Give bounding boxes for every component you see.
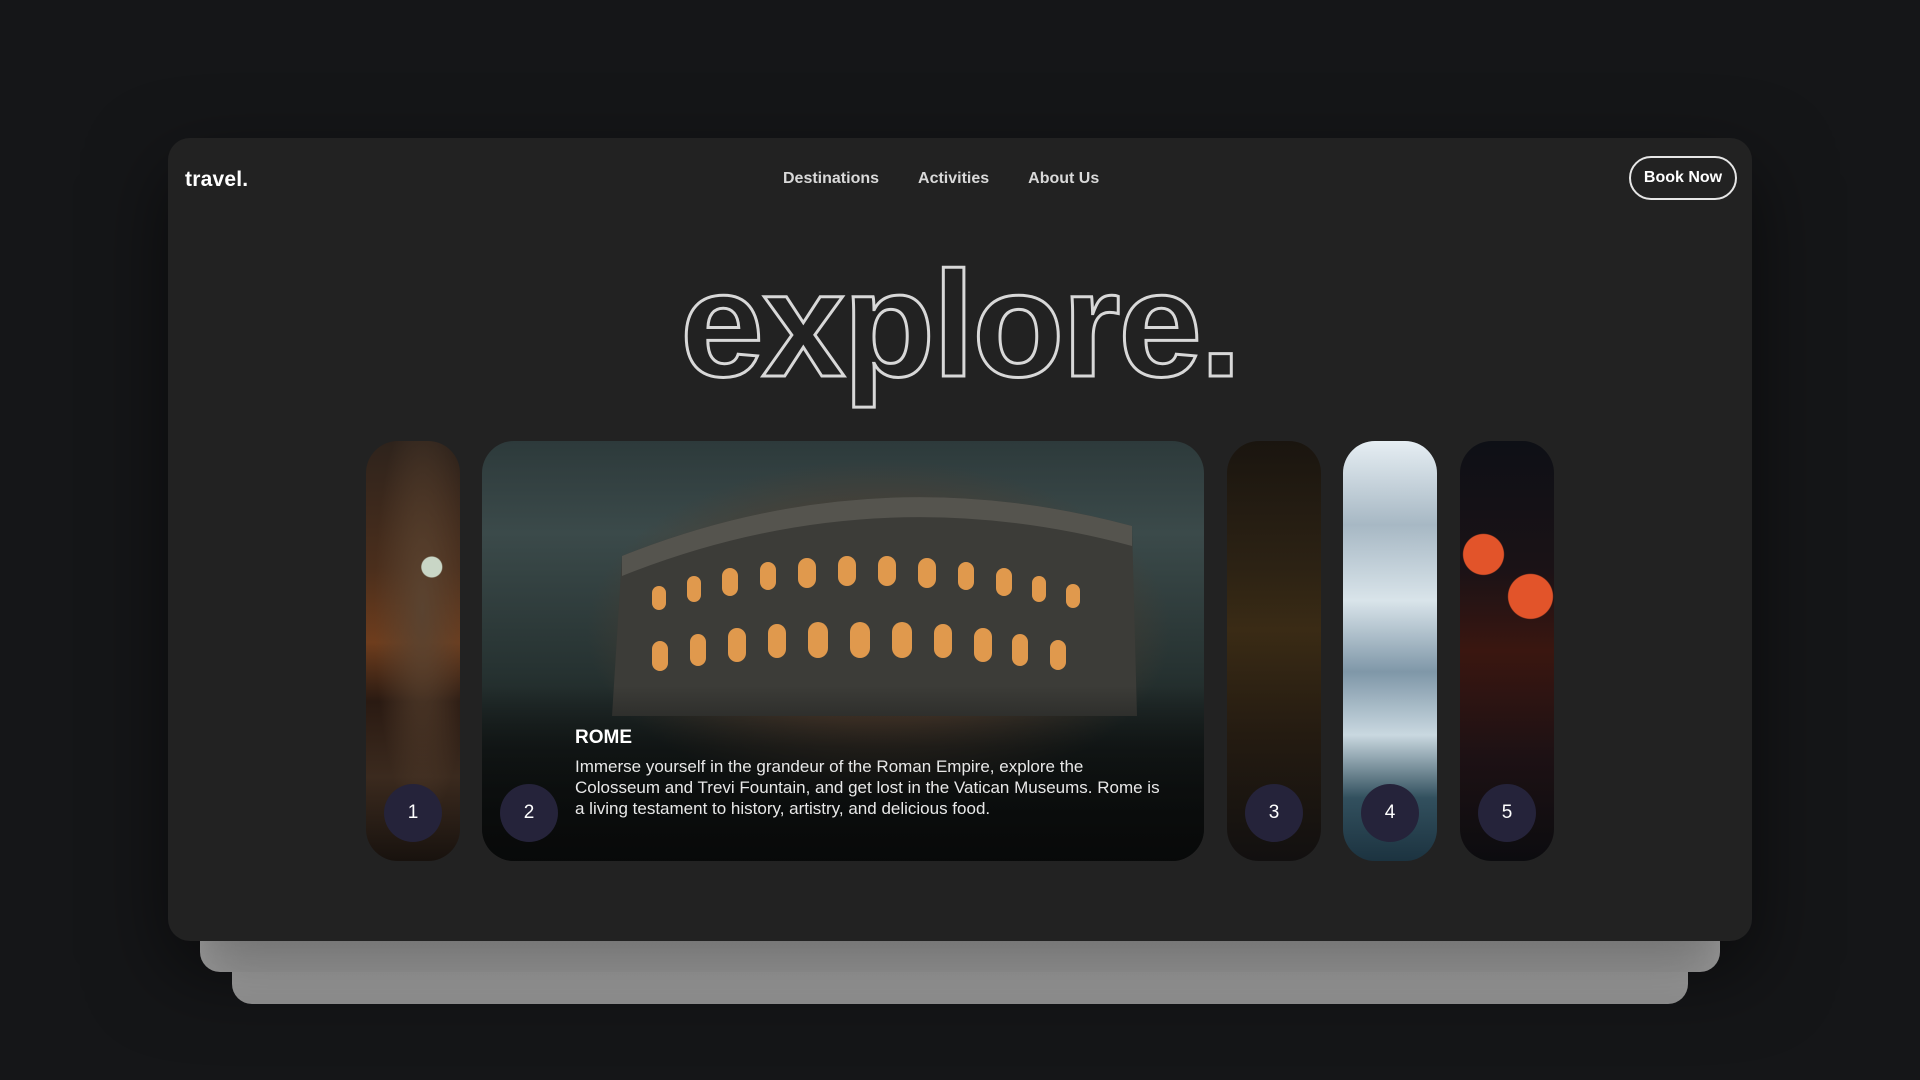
nav-activities[interactable]: Activities: [918, 170, 989, 188]
card-number-badge: 2: [500, 784, 558, 842]
card-number-badge: 5: [1478, 784, 1536, 842]
destination-card-rome[interactable]: ROME Immerse yourself in the grandeur of…: [482, 441, 1204, 861]
card-number-badge: 3: [1245, 784, 1303, 842]
nav-about-us[interactable]: About Us: [1028, 170, 1099, 188]
brand-logo[interactable]: travel.: [185, 168, 248, 192]
card-title: ROME: [575, 727, 632, 748]
browser-window: travel. Destinations Activities About Us…: [168, 138, 1752, 941]
hero-title: explore.: [680, 248, 1239, 408]
hero-heading: explore.: [168, 248, 1752, 428]
destination-card-5[interactable]: 5: [1460, 441, 1554, 861]
card-number-badge: 4: [1361, 784, 1419, 842]
card-number-badge: 1: [384, 784, 442, 842]
nav-destinations[interactable]: Destinations: [783, 170, 879, 188]
card-description: Immerse yourself in the grandeur of the …: [575, 757, 1160, 818]
destination-card-3[interactable]: 3: [1227, 441, 1321, 861]
destination-card-1[interactable]: 1: [366, 441, 460, 861]
destination-card-4[interactable]: 4: [1343, 441, 1437, 861]
book-now-button[interactable]: Book Now: [1629, 156, 1737, 200]
main-nav: Destinations Activities About Us: [783, 170, 1138, 188]
